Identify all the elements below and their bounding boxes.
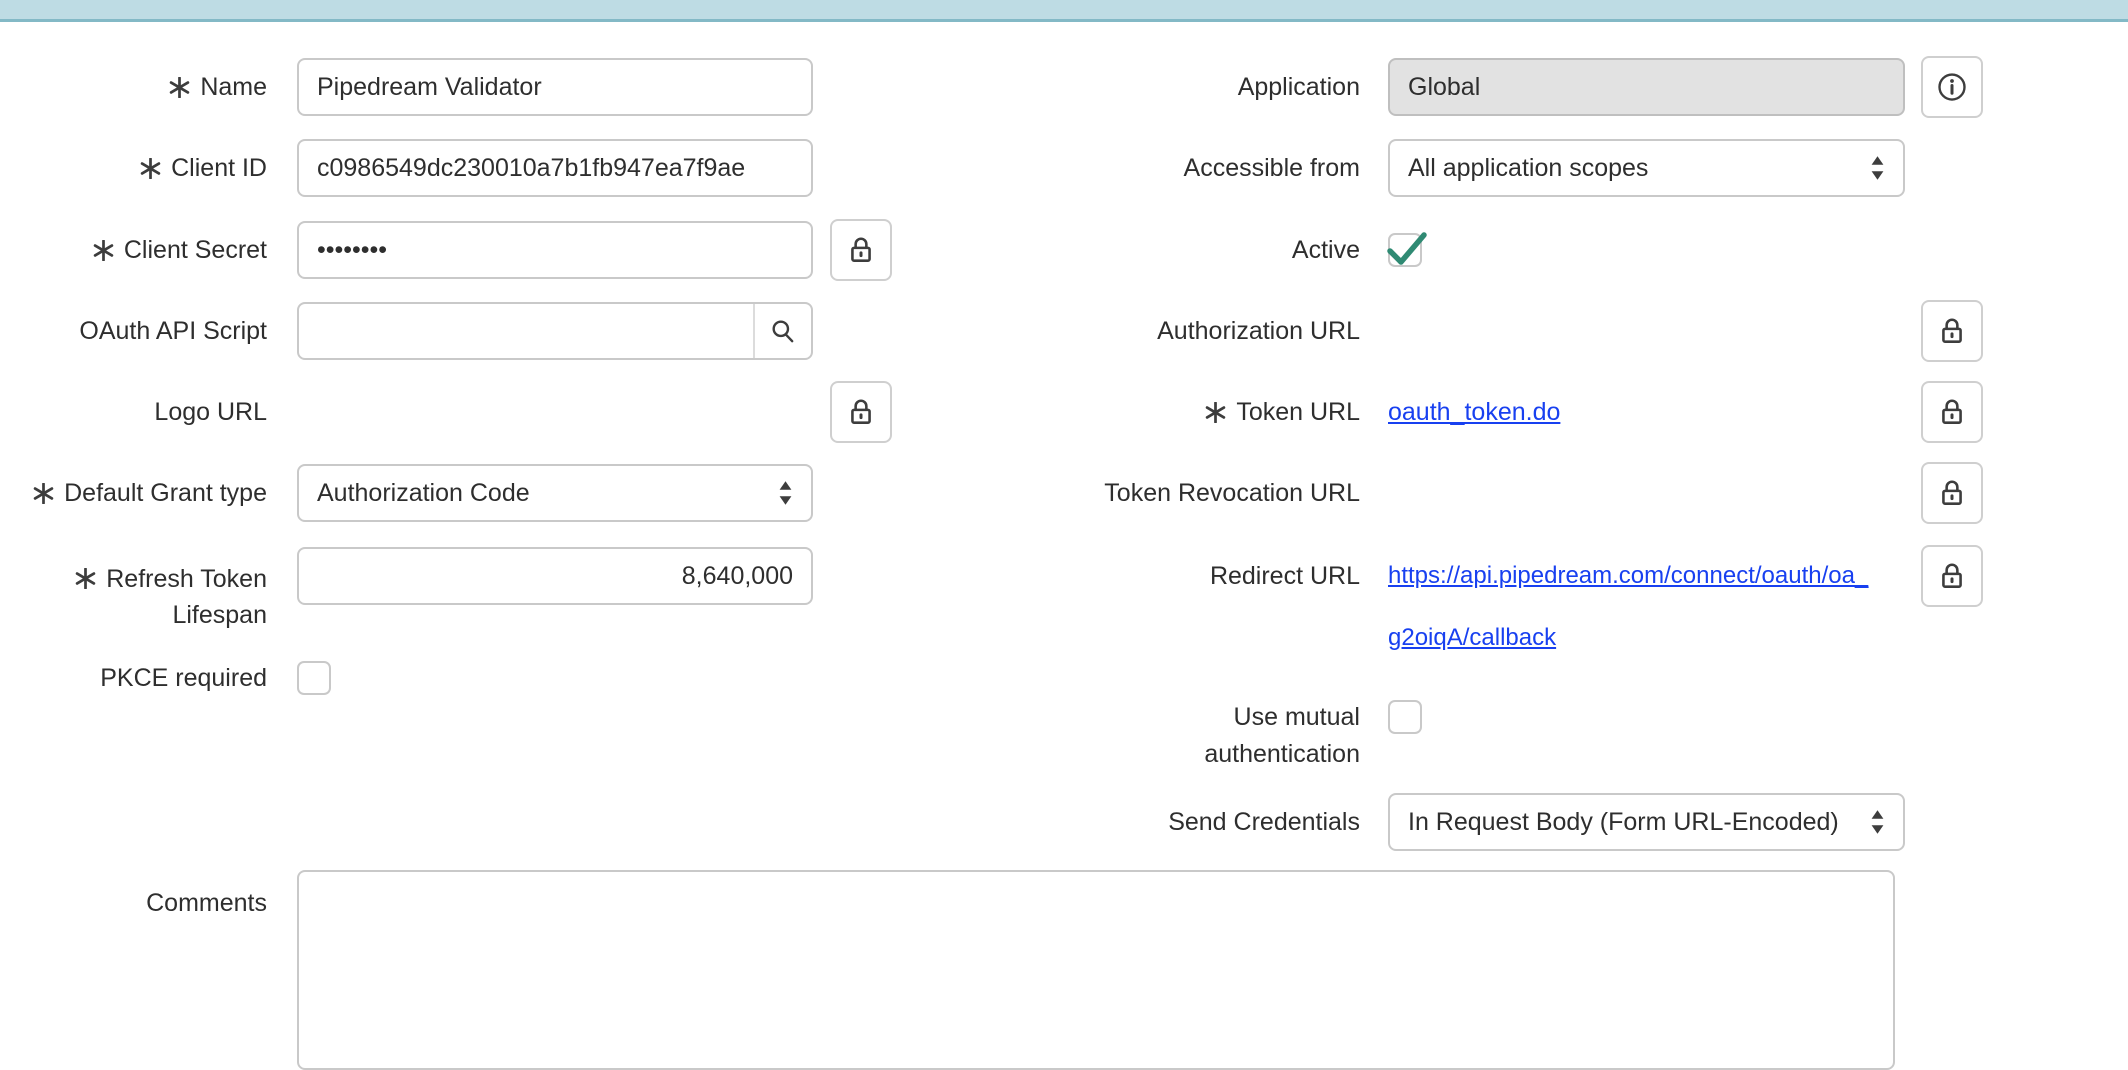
client-secret-label: Client Secret — [20, 221, 267, 279]
active-checkbox[interactable] — [1388, 233, 1422, 267]
client-secret-input[interactable] — [297, 221, 813, 279]
refresh-token-lifespan-input[interactable] — [297, 547, 813, 605]
info-icon — [1937, 72, 1967, 102]
required-asterisk-icon — [169, 77, 190, 98]
comments-textarea[interactable] — [297, 870, 1895, 1070]
required-asterisk-icon — [1205, 402, 1226, 423]
send-credentials-select[interactable]: In Request Body (Form URL-Encoded) — [1388, 793, 1905, 851]
lock-icon — [848, 235, 874, 265]
lock-icon — [1939, 316, 1965, 346]
name-label: Name — [20, 58, 267, 116]
lock-icon — [1939, 561, 1965, 591]
default-grant-type-label: Default Grant type — [20, 464, 267, 522]
oauth-api-script-label: OAuth API Script — [20, 302, 267, 360]
search-icon — [770, 318, 796, 344]
application-label: Application — [1040, 58, 1360, 116]
select-spinner-icon — [778, 480, 793, 506]
refresh-token-lifespan-label: Refresh Token Lifespan — [20, 547, 267, 631]
token-revocation-url-lock-button[interactable] — [1921, 462, 1983, 524]
top-banner-bar — [0, 0, 2128, 22]
default-grant-type-select[interactable]: Authorization Code — [297, 464, 813, 522]
oauth-api-script-input[interactable] — [299, 304, 753, 358]
oauth-api-script-reference-field[interactable] — [297, 302, 813, 360]
application-info-button[interactable] — [1921, 56, 1983, 118]
redirect-url-link-line2[interactable]: g2oiqA/callback — [1388, 609, 1556, 667]
checkmark-icon — [1387, 232, 1427, 266]
send-credentials-label: Send Credentials — [1040, 793, 1360, 851]
client-id-input[interactable] — [297, 139, 813, 197]
lock-icon — [1939, 397, 1965, 427]
client-id-label: Client ID — [20, 139, 267, 197]
name-input[interactable] — [297, 58, 813, 116]
comments-label: Comments — [20, 874, 267, 932]
redirect-url-lock-button[interactable] — [1921, 545, 1983, 607]
use-mutual-authentication-checkbox[interactable] — [1388, 700, 1422, 734]
active-label: Active — [1040, 221, 1360, 279]
logo-url-label: Logo URL — [20, 383, 267, 441]
token-url-label: Token URL — [1040, 383, 1360, 441]
lock-icon — [1939, 478, 1965, 508]
select-spinner-icon — [1870, 809, 1885, 835]
token-revocation-url-label: Token Revocation URL — [1040, 464, 1360, 522]
use-mutual-authentication-label: Use mutual authentication — [1040, 699, 1360, 773]
required-asterisk-icon — [33, 483, 54, 504]
reference-lookup-button[interactable] — [753, 304, 811, 358]
logo-url-lock-button[interactable] — [830, 381, 892, 443]
application-readonly-field: Global — [1388, 58, 1905, 116]
redirect-url-link-line1[interactable]: https://api.pipedream.com/connect/oauth/… — [1388, 547, 1868, 605]
required-asterisk-icon — [75, 568, 96, 589]
token-url-link[interactable]: oauth_token.do — [1388, 383, 1560, 441]
lock-icon — [848, 397, 874, 427]
accessible-from-label: Accessible from — [1040, 139, 1360, 197]
select-spinner-icon — [1870, 155, 1885, 181]
authorization-url-lock-button[interactable] — [1921, 300, 1983, 362]
token-url-lock-button[interactable] — [1921, 381, 1983, 443]
pkce-required-checkbox[interactable] — [297, 661, 331, 695]
required-asterisk-icon — [93, 240, 114, 261]
authorization-url-label: Authorization URL — [1040, 302, 1360, 360]
pkce-required-label: PKCE required — [20, 649, 267, 707]
redirect-url-label: Redirect URL — [1040, 547, 1360, 605]
required-asterisk-icon — [140, 158, 161, 179]
accessible-from-select[interactable]: All application scopes — [1388, 139, 1905, 197]
client-secret-lock-button[interactable] — [830, 219, 892, 281]
